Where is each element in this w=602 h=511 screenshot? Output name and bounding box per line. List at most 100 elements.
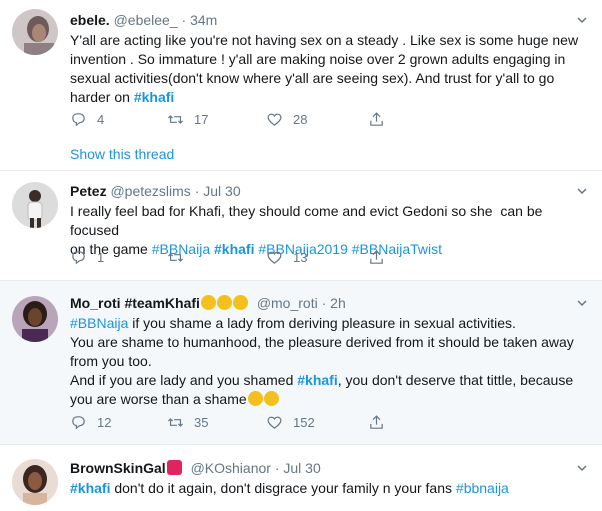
reply-icon — [72, 112, 85, 126]
reply-button[interactable]: 1 — [70, 247, 104, 267]
hashtag-link[interactable]: #khafi — [297, 372, 337, 388]
rolling-eyes-emoji-icon — [247, 391, 263, 406]
chevron-down-icon[interactable] — [576, 14, 588, 26]
reply-button[interactable]: 4 — [70, 109, 104, 129]
tweet-petez[interactable]: Petez @petezslims · Jul 30 I really feel… — [0, 171, 602, 281]
rolling-eyes-emoji-icon — [263, 391, 279, 406]
reply-button[interactable]: 12 — [70, 412, 111, 432]
like-button[interactable]: 13 — [266, 247, 307, 267]
tweet-line: #khafi don't do it again, don't disgrace… — [70, 479, 585, 498]
tweet-line: You are shame to humanhood, the pleasure… — [70, 333, 585, 352]
tweet-line: you are worse than a shame — [70, 390, 585, 409]
text-run: you are worse than a shame — [70, 391, 247, 407]
user-handle[interactable]: @petezslims — [110, 183, 190, 199]
hashtag-link[interactable]: #BBNaija — [70, 315, 128, 331]
retweet-icon — [167, 114, 184, 124]
text-run: don't do it again, don't disgrace your f… — [110, 480, 456, 496]
reply-count: 4 — [97, 111, 105, 127]
tweet-text: #khafi don't do it again, don't disgrace… — [70, 479, 585, 498]
share-button[interactable] — [368, 247, 385, 267]
tweet-line: #BBNaija if you shame a lady from derivi… — [70, 314, 585, 333]
retweet-count: 35 — [194, 414, 209, 430]
tweet-line: sexual activities(don't know where y'all… — [70, 69, 585, 88]
separator: · — [181, 12, 187, 28]
display-name[interactable]: Petez — [70, 183, 107, 199]
display-name[interactable]: BrownSkinGal — [70, 460, 166, 476]
tweet-ebele[interactable]: ebele. @ebelee_ · 34m Y'all are acting l… — [0, 0, 602, 171]
like-icon — [267, 416, 282, 429]
tweet-mo-roti[interactable]: Mo_roti #teamKhafi @mo_roti · 2h #BBNaij… — [0, 281, 602, 445]
hashtag-link[interactable]: #bbnaija — [456, 480, 509, 496]
text-run: from you too. — [70, 353, 152, 369]
tweet-line: invention . So immature ! y'all are maki… — [70, 50, 585, 69]
avatar[interactable] — [12, 182, 58, 228]
tweet-actions: 12 35 152 — [70, 412, 390, 432]
tweet-actions: 4 17 28 — [70, 109, 390, 129]
display-name[interactable]: ebele. — [70, 12, 110, 28]
text-run: Y'all are acting like you're not having … — [70, 32, 579, 48]
chevron-down-icon[interactable] — [576, 462, 588, 474]
tweet-text: #BBNaija if you shame a lady from derivi… — [70, 314, 585, 409]
chevron-down-icon[interactable] — [576, 297, 588, 309]
like-icon — [267, 113, 282, 126]
heart-eyes-emoji-icon — [216, 295, 232, 310]
heart-eyes-emoji-icon — [200, 295, 216, 310]
like-button[interactable]: 28 — [266, 109, 307, 129]
hashtag-link[interactable]: #khafi — [134, 89, 174, 105]
share-icon — [370, 249, 383, 264]
tweet-line: I really feel bad for Khafi, they should… — [70, 202, 585, 240]
retweet-count: 17 — [194, 111, 209, 127]
user-handle[interactable]: @ebelee_ — [114, 12, 178, 28]
share-icon — [370, 414, 383, 429]
share-button[interactable] — [368, 109, 385, 129]
tweet-line: Y'all are acting like you're not having … — [70, 31, 585, 50]
timestamp[interactable]: 2h — [330, 295, 346, 311]
tweet-header: Mo_roti #teamKhafi @mo_roti · 2h — [70, 294, 346, 312]
tweet-line: And if you are lady and you shamed #khaf… — [70, 371, 585, 390]
text-run: invention . So immature ! y'all are maki… — [70, 51, 566, 67]
text-run: harder on — [70, 89, 134, 105]
avatar[interactable] — [12, 9, 58, 55]
retweet-button[interactable] — [167, 247, 194, 267]
reply-icon — [72, 250, 85, 264]
text-run: And if you are lady and you shamed — [70, 372, 298, 388]
timestamp[interactable]: 34m — [190, 12, 217, 28]
tweet-actions: 1 13 — [70, 247, 390, 267]
chevron-down-icon[interactable] — [576, 185, 588, 197]
avatar[interactable] — [12, 459, 58, 505]
like-count: 13 — [293, 249, 308, 265]
separator: · — [274, 460, 280, 476]
reply-count: 1 — [97, 249, 105, 265]
text-run: sexual activities(don't know where y'all… — [70, 70, 555, 86]
text-run: , you don't deserve that tittle, because — [337, 372, 574, 388]
display-name[interactable]: Mo_roti #teamKhafi — [70, 295, 200, 311]
user-handle[interactable]: @KOshianor — [191, 460, 271, 476]
tweet-line: harder on #khafi — [70, 88, 585, 107]
text-run: if you shame a lady from deriving pleasu… — [128, 315, 516, 331]
retweet-icon — [167, 252, 184, 262]
retweet-button[interactable]: 17 — [167, 109, 208, 129]
like-count: 152 — [293, 414, 315, 430]
text-run: You are shame to humanhood, the pleasure… — [70, 334, 574, 350]
like-count: 28 — [293, 111, 308, 127]
like-button[interactable]: 152 — [266, 412, 315, 432]
share-button[interactable] — [368, 412, 385, 432]
timestamp[interactable]: Jul 30 — [203, 183, 240, 199]
reply-count: 12 — [97, 414, 112, 430]
heart-eyes-emoji-icon — [232, 295, 248, 310]
like-icon — [267, 251, 282, 264]
share-icon — [370, 111, 383, 126]
separator: · — [194, 183, 200, 199]
timestamp[interactable]: Jul 30 — [283, 460, 320, 476]
tweet-brownskingal[interactable]: BrownSkinGal @KOshianor · Jul 30 #khafi … — [0, 445, 602, 511]
user-handle[interactable]: @mo_roti — [257, 295, 318, 311]
retweet-button[interactable]: 35 — [167, 412, 208, 432]
tweet-text: Y'all are acting like you're not having … — [70, 31, 585, 107]
tweet-header: Petez @petezslims · Jul 30 — [70, 182, 241, 200]
tweet-line: from you too. — [70, 352, 585, 371]
show-thread-link[interactable]: Show this thread — [70, 146, 174, 162]
hashtag-link[interactable]: #khafi — [70, 480, 110, 496]
reply-icon — [72, 415, 85, 429]
avatar[interactable] — [12, 296, 58, 342]
heart-icon — [166, 460, 182, 475]
